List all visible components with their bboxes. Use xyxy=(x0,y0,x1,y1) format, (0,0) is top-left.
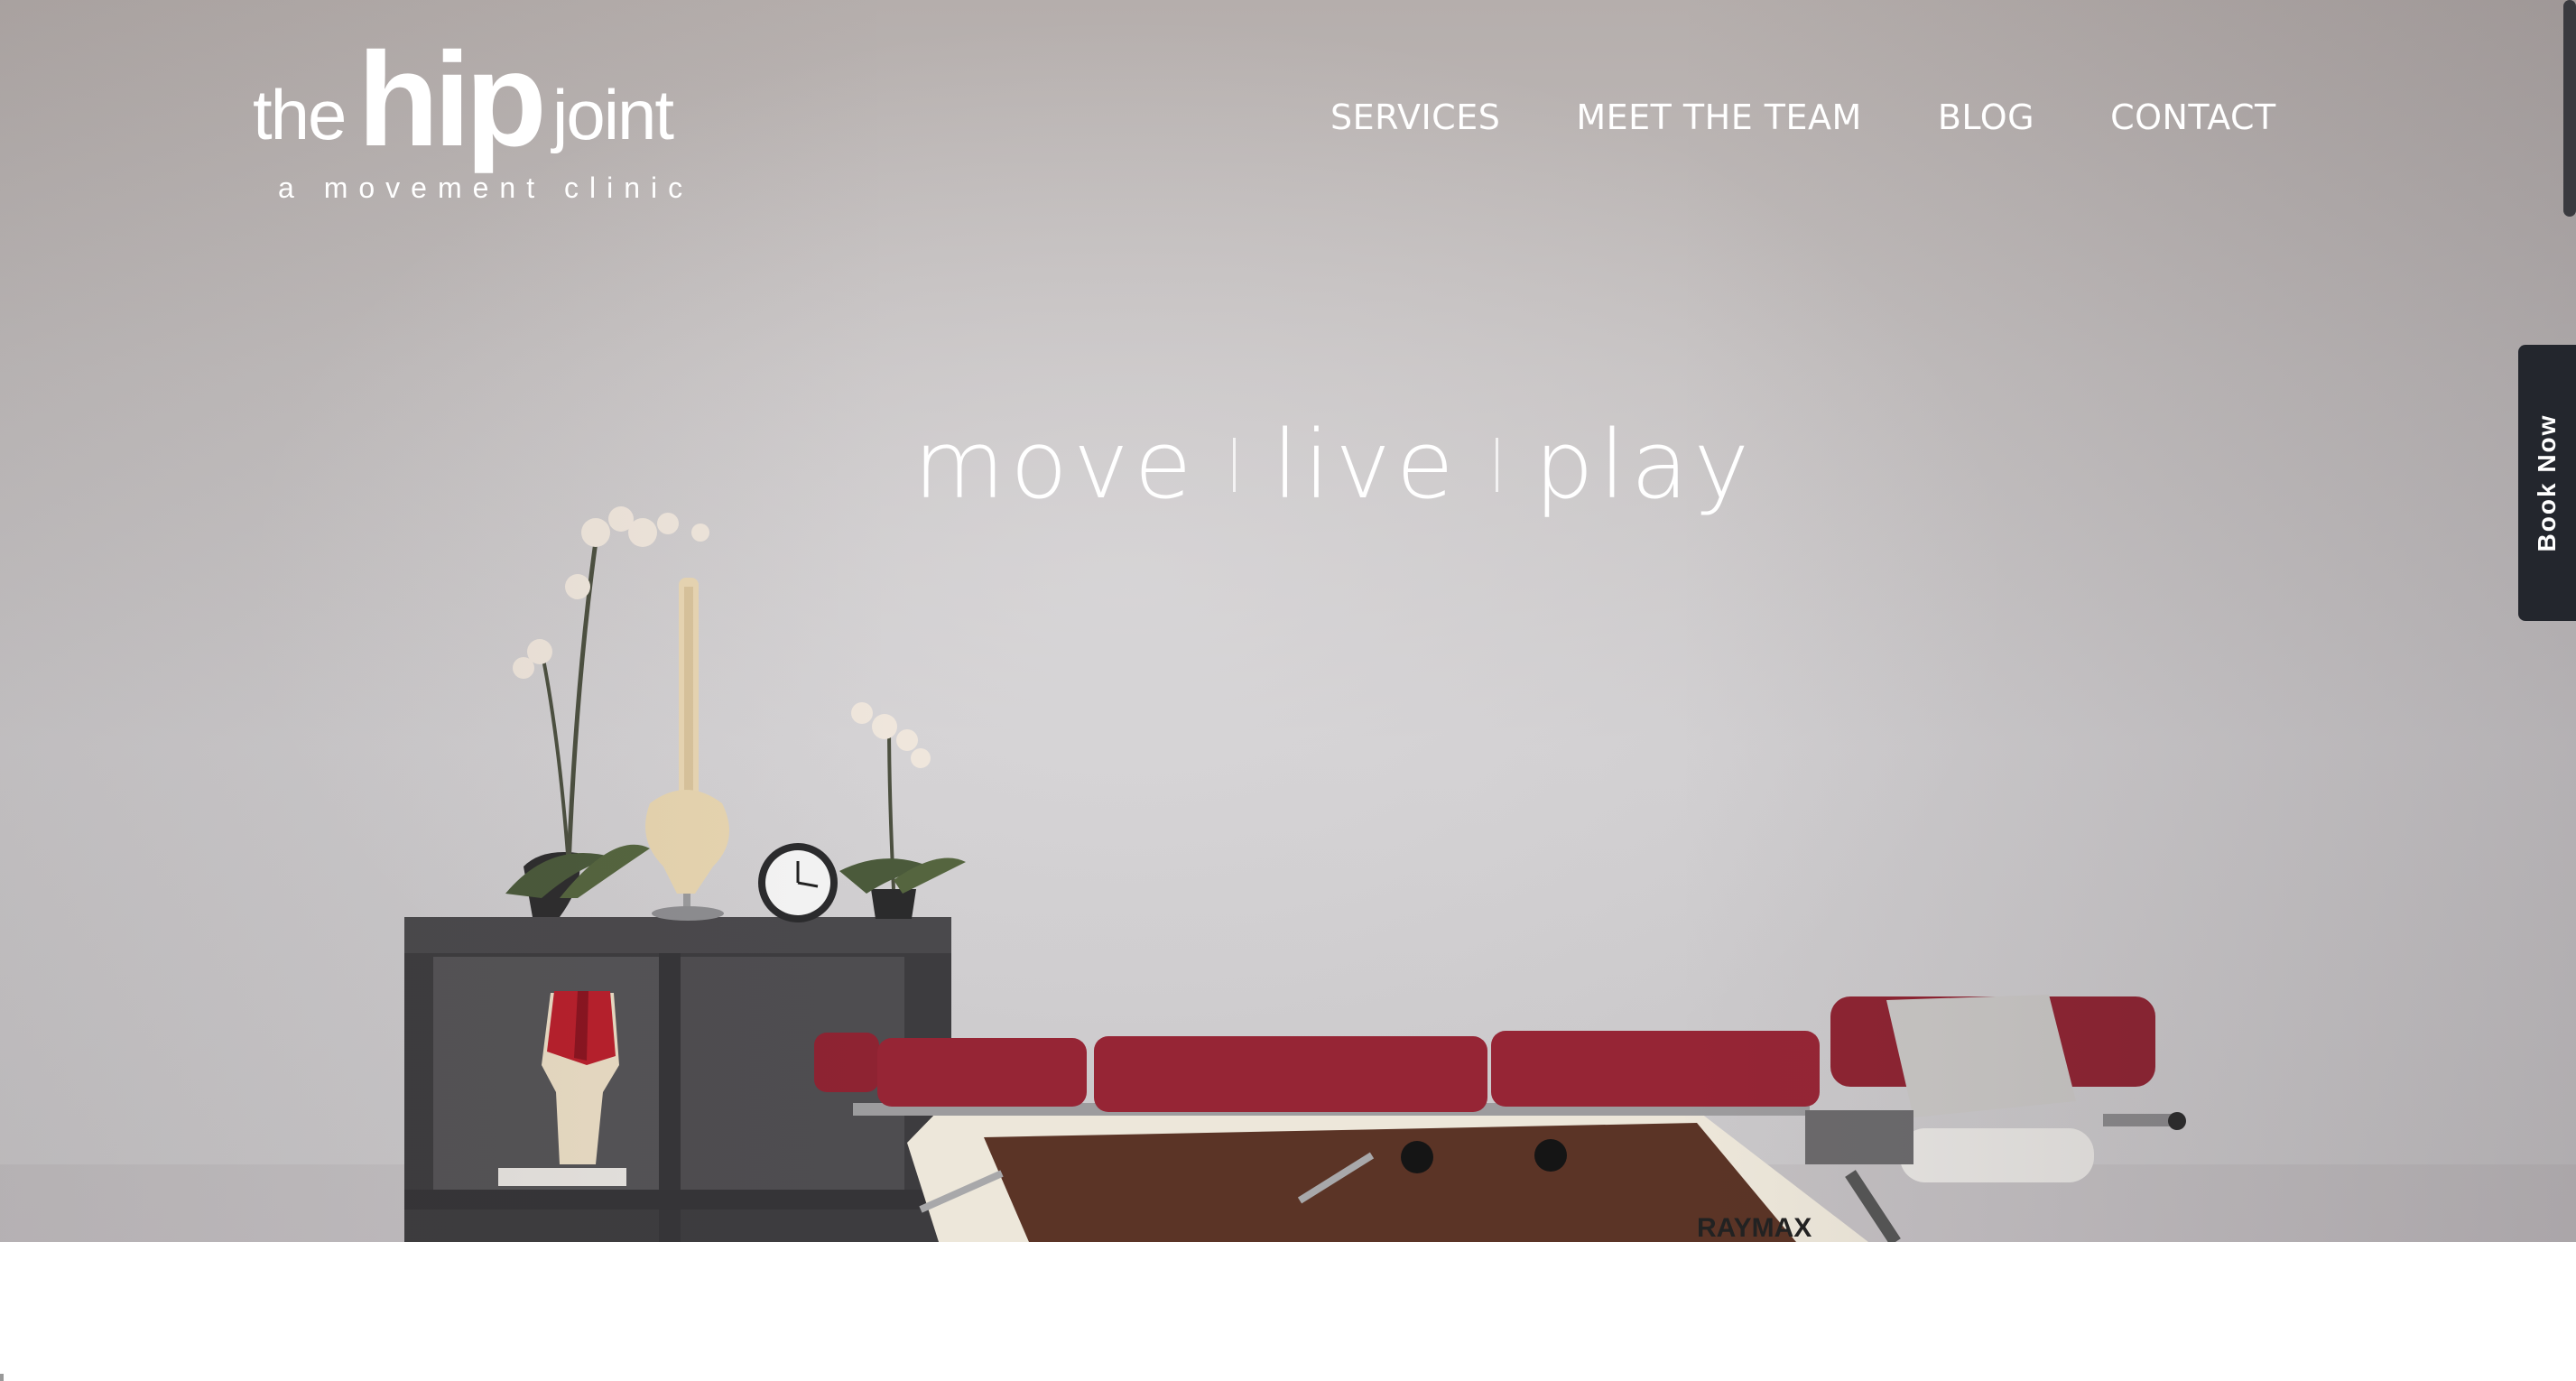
nav-item-meet-the-team[interactable]: MEET THE TEAM xyxy=(1576,97,1861,152)
spine-model xyxy=(645,578,729,921)
logo-tagline: a movement clinic xyxy=(278,171,694,204)
book-now-tab[interactable]: Book Now xyxy=(2518,345,2576,621)
logo-wordmark: the hip joint xyxy=(251,25,675,174)
tagline-word-move: move xyxy=(913,410,1198,520)
tagline-separator xyxy=(1233,438,1237,492)
tagline-separator xyxy=(1495,438,1498,492)
logo-word-the: the xyxy=(253,75,347,154)
orchid-right xyxy=(839,702,966,919)
site-logo[interactable]: the hip joint a movement clinic xyxy=(251,25,694,212)
tagline-word-play: play xyxy=(1534,410,1755,520)
page-corner-mark xyxy=(0,1374,4,1381)
nav-item-blog[interactable]: BLOG xyxy=(1938,97,2034,152)
clock xyxy=(758,843,838,922)
hero-tagline: move live play xyxy=(913,406,1755,524)
scrollbar-thumb[interactable] xyxy=(2563,0,2576,217)
tagline-word-live: live xyxy=(1272,410,1459,520)
logo-word-hip: hip xyxy=(357,25,547,174)
book-now-label: Book Now xyxy=(2533,413,2561,552)
svg-text:RAYMAX: RAYMAX xyxy=(1697,1213,1812,1242)
logo-word-joint: joint xyxy=(552,75,674,154)
nav-item-contact[interactable]: CONTACT xyxy=(2110,97,2276,152)
main-nav: SERVICES MEET THE TEAM BLOG CONTACT xyxy=(1330,97,2276,152)
nav-item-services[interactable]: SERVICES xyxy=(1330,97,1500,152)
